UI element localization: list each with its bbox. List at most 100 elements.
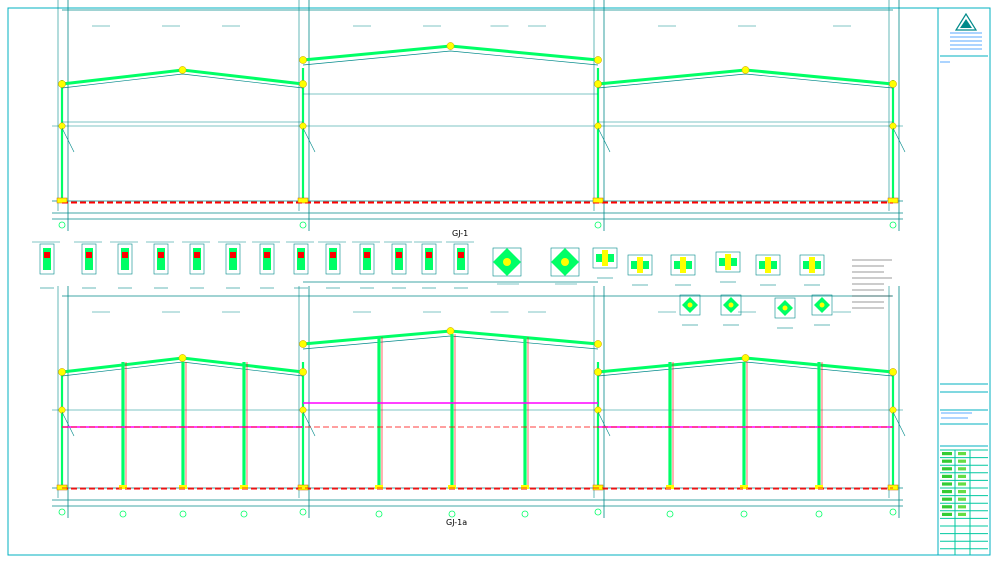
node-detail-plate <box>329 248 337 270</box>
gj1a-axis-bubble <box>240 510 248 518</box>
node-detail-bolt <box>264 252 270 258</box>
gj1-joint-node <box>446 42 455 50</box>
gj1-base-plate <box>887 197 899 204</box>
gj1a-joint-node <box>446 327 455 335</box>
gj1-rafter-middle-inner <box>302 50 599 66</box>
node-detail-plate <box>193 248 201 270</box>
node-detail-bolt <box>364 252 370 258</box>
title-table-cell-mark <box>942 512 952 516</box>
gj1a-joint-node <box>178 354 187 362</box>
node-detail-bolt <box>194 252 200 258</box>
gj1-base-plate <box>56 197 68 204</box>
gj1-axis-bubble <box>58 221 66 229</box>
gj1-axis-bubble <box>889 221 897 229</box>
gj1-base-plate <box>297 197 309 204</box>
cad-drawing-sheet: GJ-1 GJ-1a <box>0 0 993 563</box>
section-detail-flange <box>602 250 608 266</box>
title-table-cell-mark <box>942 474 952 478</box>
brace-detail-node <box>728 302 734 308</box>
title-table-cell-mark <box>958 505 966 509</box>
gj1-joint-node <box>594 56 602 64</box>
gj1-joint-node <box>58 80 66 88</box>
gj1a-axis-bubble <box>815 510 823 518</box>
title-table-cell-mark <box>958 497 966 501</box>
gj1a-axis-bubble <box>448 510 456 518</box>
gj1-axis-bubble <box>594 221 602 229</box>
section-detail-flange <box>680 257 686 273</box>
sheet-border <box>7 7 991 556</box>
gj1a-joint-node <box>299 368 307 376</box>
gj1a-axis-bubble <box>58 508 66 516</box>
section-detail-flange <box>725 254 731 270</box>
gj1a-base-plate <box>297 484 309 491</box>
node-detail-plate <box>263 248 271 270</box>
gj1a-base-plate <box>592 484 604 491</box>
gj1-joint-node <box>299 56 307 64</box>
gj1a-axis-bubble <box>740 510 748 518</box>
section-detail-flange <box>765 257 771 273</box>
node-detail-plate <box>121 248 129 270</box>
node-detail-plate <box>425 248 433 270</box>
node-detail-bolt <box>396 252 402 258</box>
title-table-cell-mark <box>958 474 966 478</box>
title-table-cell-mark <box>958 512 966 516</box>
joint-detail-node <box>561 258 569 266</box>
node-detail-bolt <box>426 252 432 258</box>
gj1a-joint-node <box>889 368 897 376</box>
node-detail-bolt <box>44 252 50 258</box>
node-detail-plate <box>85 248 93 270</box>
node-detail-plate <box>43 248 51 270</box>
section-detail-flange <box>809 257 815 273</box>
node-detail-bolt <box>298 252 304 258</box>
gj1-joint-node <box>594 80 602 88</box>
gj1a-joint-node <box>299 340 307 348</box>
gj1a-base-plate <box>56 484 68 491</box>
brace-detail-node <box>782 305 788 311</box>
title-table-cell-mark <box>958 490 966 494</box>
gj1a-axis-bubble <box>179 510 187 518</box>
gj1a-joint-node <box>594 340 602 348</box>
gj1-axis-bubble <box>299 221 307 229</box>
title-table-cell-mark <box>958 467 966 471</box>
title-table-cell-mark <box>958 452 966 456</box>
title-table-cell-mark <box>942 490 952 494</box>
gj1a-joint-node <box>58 368 66 376</box>
gj1-joint-node <box>299 80 307 88</box>
gj1-joint-node <box>889 80 897 88</box>
gj1a-joint-node <box>594 368 602 376</box>
node-detail-plate <box>457 248 465 270</box>
frame-title-gj1a: GJ-1a <box>446 518 468 527</box>
title-table-cell-mark <box>958 459 966 463</box>
section-detail-flange <box>637 257 643 273</box>
gj1a-axis-bubble <box>299 508 307 516</box>
joint-detail-node <box>503 258 511 266</box>
title-table-cell-mark <box>958 482 966 486</box>
title-table-cell-mark <box>942 452 952 456</box>
node-detail-bolt <box>158 252 164 258</box>
node-detail-bolt <box>86 252 92 258</box>
node-detail-bolt <box>458 252 464 258</box>
node-detail-bolt <box>122 252 128 258</box>
brace-detail-node <box>819 302 825 308</box>
title-table-cell-mark <box>942 497 952 501</box>
gj1a-axis-bubble <box>521 510 529 518</box>
node-detail-bolt <box>330 252 336 258</box>
node-detail-bolt <box>230 252 236 258</box>
node-detail-plate <box>297 248 305 270</box>
gj1a-axis-bubble <box>375 510 383 518</box>
node-detail-plate <box>229 248 237 270</box>
gj1a-joint-node <box>741 354 750 362</box>
node-detail-plate <box>395 248 403 270</box>
brace-detail-node <box>687 302 693 308</box>
title-table-cell-mark <box>942 459 952 463</box>
structural-frame-drawing <box>7 0 991 556</box>
gj1a-axis-bubble <box>119 510 127 518</box>
title-table-cell-mark <box>942 482 952 486</box>
gj1a-axis-bubble <box>594 508 602 516</box>
node-detail-plate <box>157 248 165 270</box>
gj1a-base-plate <box>887 484 899 491</box>
gj1-base-plate <box>592 197 604 204</box>
frame-title-gj1: GJ-1 <box>452 229 469 238</box>
node-detail-plate <box>363 248 371 270</box>
gj1-joint-node <box>178 66 187 74</box>
